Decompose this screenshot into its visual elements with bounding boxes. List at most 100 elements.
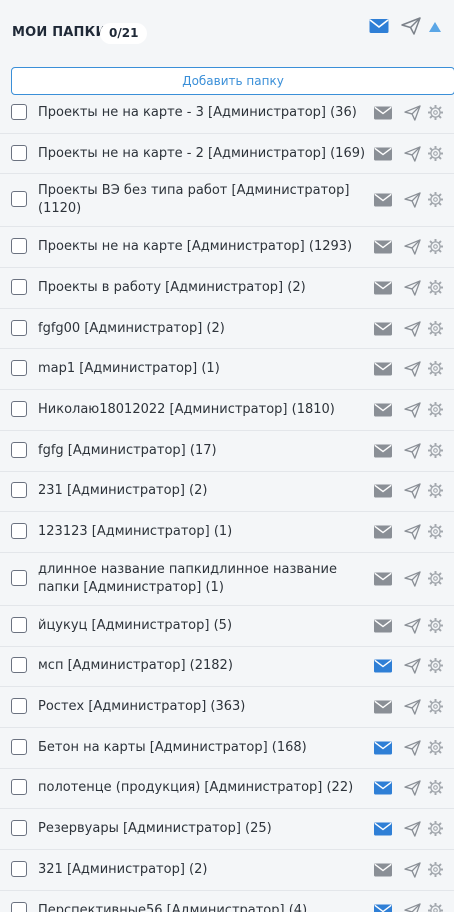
- add-folder-button[interactable]: Добавить папку: [11, 67, 454, 95]
- folder-checkbox[interactable]: [11, 144, 27, 161]
- send-icon[interactable]: [404, 862, 421, 878]
- send-icon[interactable]: [404, 402, 421, 418]
- mail-icon[interactable]: [374, 659, 392, 673]
- mail-icon[interactable]: [374, 281, 392, 295]
- send-icon[interactable]: [404, 361, 421, 377]
- folder-label[interactable]: Проекты не на карте [Администратор] (129…: [38, 238, 356, 256]
- gear-icon[interactable]: [428, 658, 443, 674]
- gear-icon[interactable]: [428, 401, 443, 417]
- folder-label[interactable]: йцукуц [Администратор] (5): [38, 617, 356, 635]
- send-icon[interactable]: [404, 571, 421, 587]
- folder-row[interactable]: fgfg [Администратор] (17): [0, 431, 454, 472]
- mail-icon[interactable]: [374, 322, 392, 336]
- folder-row[interactable]: Проекты не на карте - 3 [Администратор] …: [0, 93, 454, 134]
- gear-icon[interactable]: [428, 192, 443, 208]
- folder-label[interactable]: Проекты ВЭ без типа работ [Администратор…: [38, 182, 356, 218]
- gear-icon[interactable]: [428, 524, 443, 540]
- folder-label[interactable]: map1 [Администратор] (1): [38, 360, 356, 378]
- gear-icon[interactable]: [428, 279, 443, 295]
- folder-checkbox[interactable]: [11, 191, 27, 208]
- folder-label[interactable]: fgfg [Администратор] (17): [38, 442, 356, 460]
- collapse-up-icon[interactable]: [428, 21, 442, 33]
- folder-row[interactable]: полотенце (продукция) [Администратор] (2…: [0, 769, 454, 810]
- gear-icon[interactable]: [428, 145, 443, 161]
- folder-checkbox[interactable]: [11, 569, 27, 586]
- mail-icon[interactable]: [374, 362, 392, 376]
- gear-icon[interactable]: [428, 320, 443, 336]
- folder-row[interactable]: мсп [Администратор] (2182): [0, 647, 454, 688]
- folder-checkbox[interactable]: [11, 482, 27, 499]
- gear-icon[interactable]: [428, 699, 443, 715]
- folder-row[interactable]: Проекты в работу [Администратор] (2): [0, 268, 454, 309]
- mail-icon[interactable]: [374, 240, 392, 254]
- folder-row[interactable]: Резервуары [Администратор] (25): [0, 809, 454, 850]
- folder-label[interactable]: Николаю18012022 [Администратор] (1810): [38, 401, 356, 419]
- mail-icon[interactable]: [374, 147, 392, 161]
- folder-checkbox[interactable]: [11, 441, 27, 458]
- gear-icon[interactable]: [428, 821, 443, 837]
- folder-checkbox[interactable]: [11, 860, 27, 877]
- folder-label[interactable]: полотенце (продукция) [Администратор] (2…: [38, 779, 356, 797]
- send-icon[interactable]: [404, 821, 421, 837]
- folder-label[interactable]: Проекты не на карте - 2 [Администратор] …: [38, 145, 365, 163]
- mail-icon[interactable]: [374, 863, 392, 877]
- folder-row[interactable]: 321 [Администратор] (2): [0, 850, 454, 891]
- gear-icon[interactable]: [428, 239, 443, 255]
- folder-row[interactable]: 231 [Администратор] (2): [0, 472, 454, 513]
- send-icon[interactable]: [404, 524, 421, 540]
- gear-icon[interactable]: [428, 617, 443, 633]
- mail-icon[interactable]: [374, 403, 392, 417]
- folder-row[interactable]: Проекты не на карте - 2 [Администратор] …: [0, 134, 454, 175]
- send-icon[interactable]: [404, 658, 421, 675]
- folder-row[interactable]: Проекты ВЭ без типа работ [Администратор…: [0, 174, 454, 228]
- folder-checkbox[interactable]: [11, 278, 27, 295]
- gear-icon[interactable]: [428, 780, 443, 796]
- folder-label[interactable]: Ростех [Администратор] (363): [38, 698, 356, 716]
- send-icon[interactable]: [404, 145, 421, 162]
- send-icon[interactable]: [404, 442, 421, 459]
- send-icon[interactable]: [401, 17, 421, 35]
- gear-icon[interactable]: [428, 739, 443, 755]
- send-icon[interactable]: [404, 699, 421, 715]
- gear-icon[interactable]: [428, 361, 443, 377]
- mail-icon[interactable]: [374, 484, 392, 498]
- folder-checkbox[interactable]: [11, 820, 27, 837]
- folder-label[interactable]: длинное название папкидлинное название п…: [38, 561, 356, 597]
- send-icon[interactable]: [404, 239, 421, 255]
- folder-row[interactable]: Перспективные56 [Администратор] (4): [0, 891, 454, 912]
- folder-label[interactable]: Перспективные56 [Администратор] (4): [38, 902, 356, 912]
- gear-icon[interactable]: [428, 483, 443, 499]
- folder-checkbox[interactable]: [11, 738, 27, 755]
- mail-icon[interactable]: [374, 572, 392, 586]
- folder-label[interactable]: 231 [Администратор] (2): [38, 482, 356, 500]
- send-icon[interactable]: [404, 902, 421, 912]
- mail-icon[interactable]: [374, 106, 392, 120]
- mail-icon[interactable]: [374, 193, 392, 207]
- folder-checkbox[interactable]: [11, 901, 27, 912]
- folder-label[interactable]: Бетон на карты [Администратор] (168): [38, 739, 356, 757]
- mail-icon[interactable]: [374, 525, 392, 539]
- send-icon[interactable]: [404, 780, 421, 797]
- folder-row[interactable]: Ростех [Администратор] (363): [0, 687, 454, 728]
- mail-icon[interactable]: [374, 781, 392, 795]
- mail-icon[interactable]: [369, 17, 389, 35]
- folder-row[interactable]: длинное название папкидлинное название п…: [0, 553, 454, 606]
- folder-checkbox[interactable]: [11, 698, 27, 715]
- send-icon[interactable]: [404, 192, 421, 209]
- send-icon[interactable]: [404, 105, 421, 121]
- folder-label[interactable]: fgfg00 [Администратор] (2): [38, 320, 356, 338]
- mail-icon[interactable]: [374, 741, 392, 755]
- folder-label[interactable]: 321 [Администратор] (2): [38, 861, 356, 879]
- gear-icon[interactable]: [428, 861, 443, 877]
- send-icon[interactable]: [404, 483, 421, 500]
- send-icon[interactable]: [404, 280, 421, 296]
- mail-icon[interactable]: [374, 822, 392, 836]
- send-icon[interactable]: [404, 320, 421, 337]
- send-icon[interactable]: [404, 618, 421, 634]
- send-icon[interactable]: [404, 740, 421, 756]
- mail-icon[interactable]: [374, 700, 392, 714]
- folder-row[interactable]: Бетон на карты [Администратор] (168): [0, 728, 454, 769]
- folder-checkbox[interactable]: [11, 616, 27, 633]
- folder-checkbox[interactable]: [11, 319, 27, 336]
- gear-icon[interactable]: [428, 570, 443, 586]
